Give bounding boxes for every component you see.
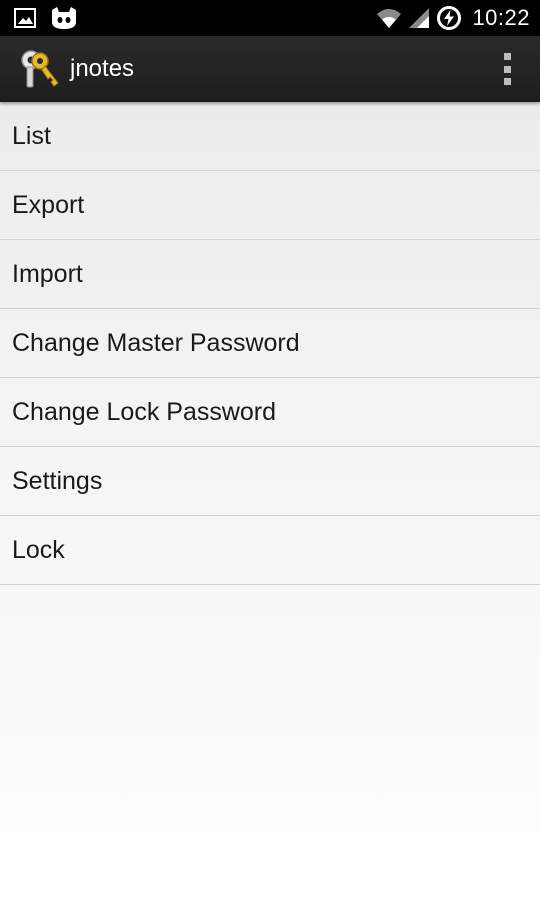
menu-item-settings[interactable]: Settings <box>0 447 540 516</box>
status-bar: 10:22 <box>0 0 540 36</box>
wifi-icon <box>377 9 402 28</box>
menu-item-import[interactable]: Import <box>0 240 540 309</box>
overflow-menu-icon[interactable] <box>502 53 512 85</box>
cyanogen-mascot-icon <box>52 7 76 29</box>
clock-time: 10:22 <box>472 5 530 30</box>
menu-item-export[interactable]: Export <box>0 171 540 240</box>
status-bar-left <box>0 6 78 30</box>
menu-item-change-master-password[interactable]: Change Master Password <box>0 309 540 378</box>
signal-icon <box>409 8 430 28</box>
menu-item-list[interactable]: List <box>0 102 540 171</box>
action-bar: jnotes <box>0 36 540 102</box>
main-menu: List Export Import Change Master Passwor… <box>0 102 540 900</box>
menu-item-lock[interactable]: Lock <box>0 516 540 585</box>
app-title: jnotes <box>70 55 135 82</box>
image-icon <box>14 8 36 28</box>
battery-charging-icon <box>437 6 462 30</box>
keys-icon[interactable] <box>18 47 62 91</box>
menu-list: List Export Import Change Master Passwor… <box>0 102 540 585</box>
menu-item-change-lock-password[interactable]: Change Lock Password <box>0 378 540 447</box>
status-bar-right: 10:22 <box>376 5 540 31</box>
